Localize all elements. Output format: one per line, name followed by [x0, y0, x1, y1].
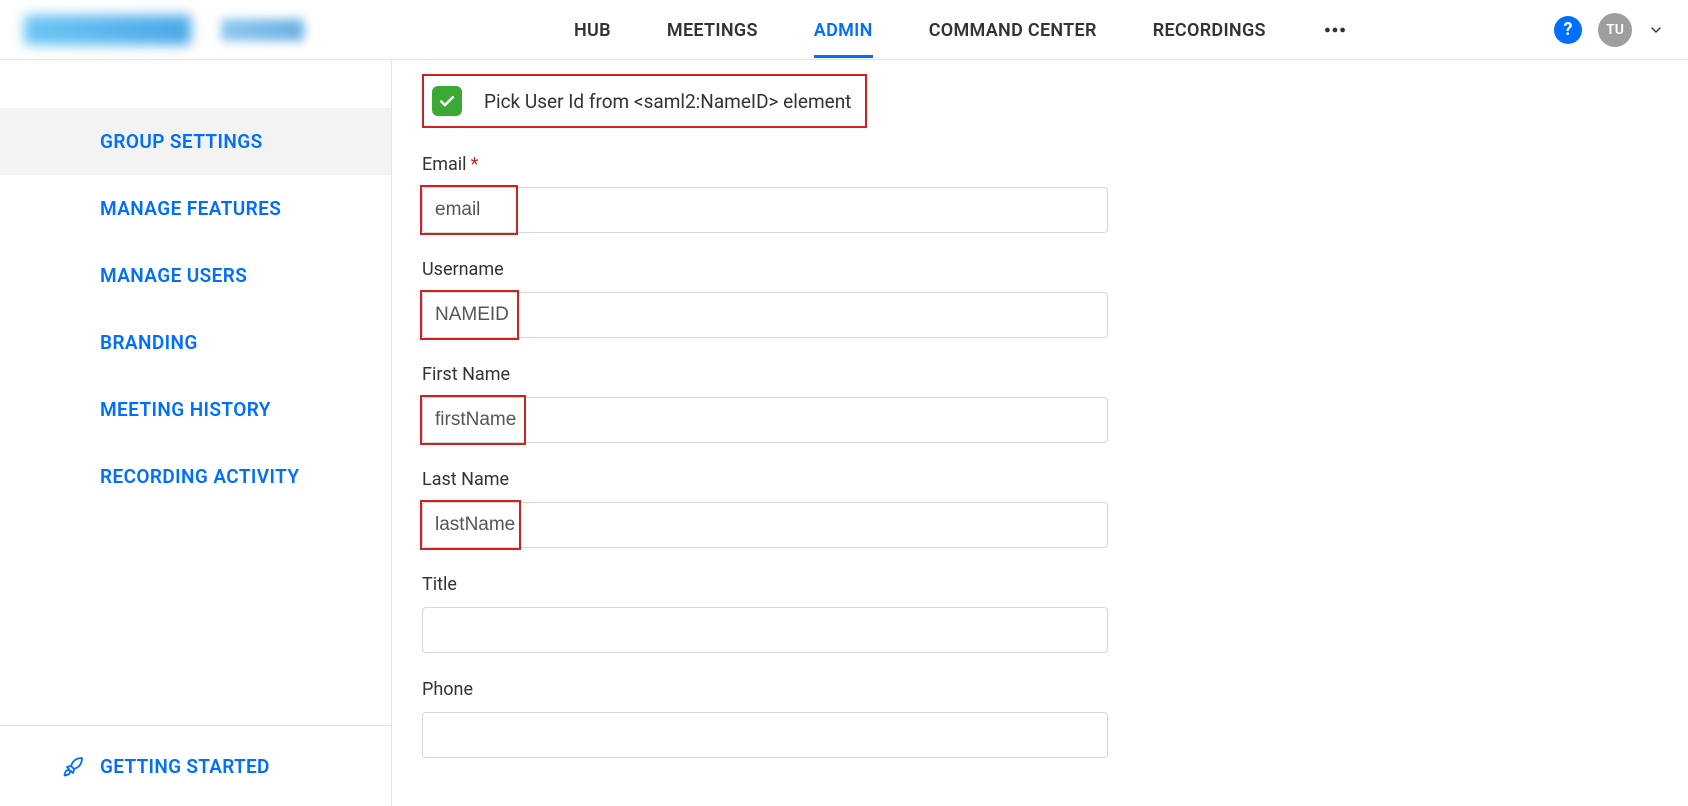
label-phone: Phone: [422, 679, 1658, 700]
sidebar-item-manage-users[interactable]: MANAGE USERS: [0, 242, 391, 309]
field-email: Email*: [422, 154, 1658, 233]
nav-meetings[interactable]: MEETINGS: [667, 2, 758, 58]
brand-logo: [24, 15, 191, 45]
main: Pick User Id from <saml2:NameID> element…: [392, 60, 1688, 806]
field-username: Username: [422, 259, 1658, 338]
input-email[interactable]: [422, 187, 1108, 233]
input-phone[interactable]: [422, 712, 1108, 758]
input-last-name[interactable]: [422, 502, 1108, 548]
layout: GROUP SETTINGS MANAGE FEATURES MANAGE US…: [0, 60, 1688, 806]
label-email: Email*: [422, 154, 1658, 175]
field-first-name: First Name: [422, 364, 1658, 443]
side-nav: GROUP SETTINGS MANAGE FEATURES MANAGE US…: [0, 60, 391, 725]
field-title: Title: [422, 574, 1658, 653]
sidebar-item-recording-activity[interactable]: RECORDING ACTIVITY: [0, 443, 391, 510]
avatar[interactable]: TU: [1598, 13, 1632, 47]
rocket-icon: [62, 754, 86, 778]
chevron-down-icon[interactable]: [1648, 22, 1664, 38]
label-last-name: Last Name: [422, 469, 1658, 490]
sidebar-item-group-settings[interactable]: GROUP SETTINGS: [0, 108, 391, 175]
help-icon[interactable]: ?: [1554, 16, 1582, 44]
field-phone: Phone: [422, 679, 1658, 758]
input-username[interactable]: [422, 292, 1108, 338]
brand-sub: [221, 19, 304, 41]
top-nav: HUB MEETINGS ADMIN COMMAND CENTER RECORD…: [574, 2, 1348, 58]
sidebar: GROUP SETTINGS MANAGE FEATURES MANAGE US…: [0, 60, 392, 806]
brand-area: [24, 15, 304, 45]
nav-admin[interactable]: ADMIN: [814, 2, 873, 58]
label-first-name: First Name: [422, 364, 1658, 385]
checkbox-pick-user-id[interactable]: Pick User Id from <saml2:NameID> element: [422, 74, 867, 128]
field-last-name: Last Name: [422, 469, 1658, 548]
input-title[interactable]: [422, 607, 1108, 653]
checkbox-icon[interactable]: [432, 86, 462, 116]
input-first-name[interactable]: [422, 397, 1108, 443]
getting-started-label: GETTING STARTED: [100, 755, 270, 778]
sidebar-getting-started[interactable]: GETTING STARTED: [0, 725, 391, 806]
sidebar-item-branding[interactable]: BRANDING: [0, 309, 391, 376]
top-right: ? TU: [1554, 13, 1664, 47]
sidebar-item-meeting-history[interactable]: MEETING HISTORY: [0, 376, 391, 443]
nav-recordings[interactable]: RECORDINGS: [1153, 2, 1266, 58]
nav-more-icon[interactable]: [1322, 2, 1348, 58]
checkbox-label: Pick User Id from <saml2:NameID> element: [484, 90, 851, 113]
sidebar-item-manage-features[interactable]: MANAGE FEATURES: [0, 175, 391, 242]
label-username: Username: [422, 259, 1658, 280]
nav-command-center[interactable]: COMMAND CENTER: [929, 2, 1097, 58]
nav-hub[interactable]: HUB: [574, 2, 611, 58]
top-bar: HUB MEETINGS ADMIN COMMAND CENTER RECORD…: [0, 0, 1688, 60]
label-title: Title: [422, 574, 1658, 595]
